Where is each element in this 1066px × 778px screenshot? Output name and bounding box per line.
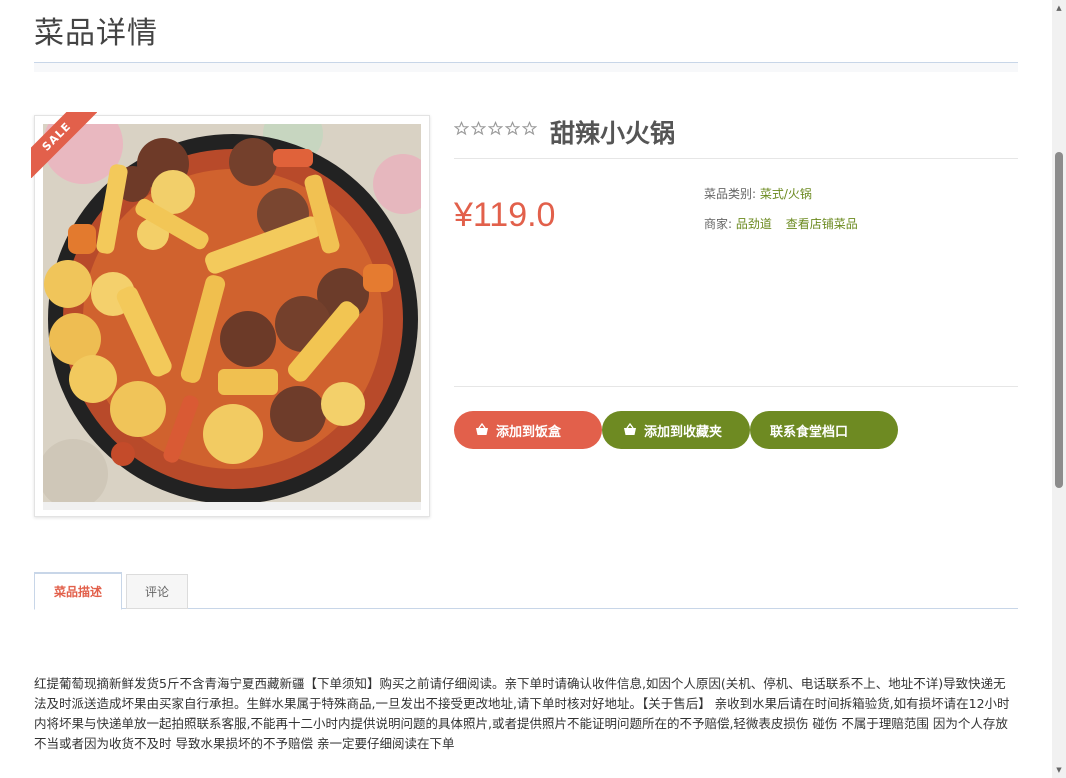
name-divider [454, 158, 1018, 159]
tab-description[interactable]: 菜品描述 [34, 572, 122, 610]
basket-icon [624, 422, 636, 435]
category-link[interactable]: 菜式/火锅 [760, 187, 812, 201]
sale-badge: SALE [31, 112, 97, 178]
image-caption-bar [43, 502, 421, 510]
vertical-scrollbar[interactable]: ▲ ▼ [1052, 0, 1066, 778]
add-to-favorites-label: 添加到收藏夹 [644, 423, 723, 439]
category-row: 菜品类别: 菜式/火锅 [704, 185, 812, 202]
merchant-row: 商家: 品劲道 查看店铺菜品 [704, 215, 858, 232]
add-to-cart-label: 添加到饭盒 [496, 423, 562, 439]
add-to-favorites-button[interactable]: 添加到收藏夹 [602, 411, 750, 449]
product-detail-page: 菜品详情 SALE 甜辣小火锅 ¥119.0 菜品类别: 菜式/火锅 商家: 品… [0, 0, 1052, 778]
hotpot-photo [43, 124, 421, 502]
scroll-up-arrow-icon[interactable]: ▲ [1055, 4, 1063, 12]
merchant-link[interactable]: 品劲道 [736, 217, 772, 231]
star-outline-icon [471, 121, 486, 136]
category-label: 菜品类别: [704, 187, 757, 201]
add-to-cart-button[interactable]: 添加到饭盒 [454, 411, 602, 449]
scrollbar-thumb[interactable] [1055, 152, 1063, 488]
product-image-frame: SALE [31, 112, 430, 517]
star-outline-icon [522, 121, 537, 136]
basket-icon [476, 422, 488, 435]
page-title: 菜品详情 [34, 16, 158, 51]
product-name: 甜辣小火锅 [550, 119, 676, 148]
sale-ribbon: SALE [31, 112, 97, 178]
rating-stars [454, 121, 537, 136]
contact-canteen-button[interactable]: 联系食堂档口 [750, 411, 898, 449]
product-image[interactable] [43, 124, 421, 502]
star-outline-icon [454, 121, 469, 136]
tab-reviews[interactable]: 评论 [126, 574, 188, 609]
star-outline-icon [505, 121, 520, 136]
scroll-down-arrow-icon[interactable]: ▼ [1055, 766, 1063, 774]
contact-canteen-label: 联系食堂档口 [770, 423, 849, 439]
product-description: 红提葡萄现摘新鲜发货5斤不含青海宁夏西藏新疆【下单须知】购买之前请仔细阅读。亲下… [34, 676, 1010, 751]
product-price: ¥119.0 [454, 196, 556, 234]
title-divider [34, 62, 1018, 72]
actions-divider [454, 386, 1018, 387]
detail-tabs: 菜品描述 评论 [34, 572, 1018, 610]
star-outline-icon [488, 121, 503, 136]
merchant-label: 商家: [704, 217, 733, 231]
view-store-dishes-link[interactable]: 查看店铺菜品 [786, 217, 858, 231]
